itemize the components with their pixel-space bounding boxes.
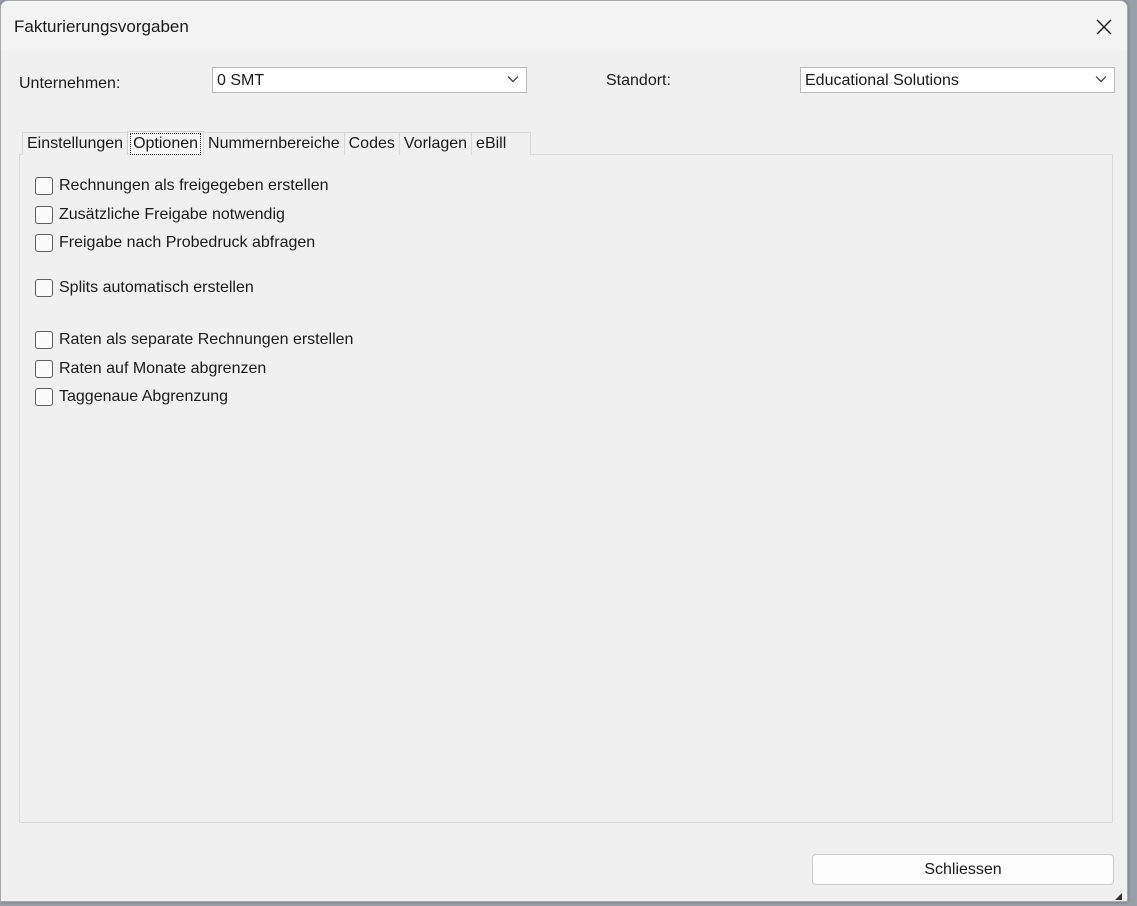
location-select-value: Educational Solutions (805, 72, 959, 89)
checkbox[interactable] (35, 206, 53, 224)
option-monthly-deferral[interactable]: Raten auf Monate abgrenzen (35, 358, 266, 380)
title-bar: Fakturierungsvorgaben (1, 1, 1127, 51)
checkbox[interactable] (35, 234, 53, 252)
dialog-window: Fakturierungsvorgaben Unternehmen: 0 SMT… (0, 0, 1128, 902)
tab-label: Einstellungen (27, 135, 124, 152)
option-label: Raten als separate Rechnungen erstellen (59, 331, 354, 348)
company-label: Unternehmen: (19, 75, 121, 92)
option-separate-invoices[interactable]: Raten als separate Rechnungen erstellen (35, 329, 353, 351)
option-auto-splits[interactable]: Splits automatisch erstellen (35, 277, 254, 299)
tab-optionen[interactable]: Optionen (127, 131, 205, 155)
option-label: Splits automatisch erstellen (59, 279, 254, 296)
option-label: Taggenaue Abgrenzung (59, 388, 229, 405)
close-button[interactable]: Schliessen (812, 854, 1114, 885)
option-label: Rechnungen als freigegeben erstellen (59, 177, 329, 194)
tab-label: Codes (348, 135, 395, 152)
option-additional-release[interactable]: Zusätzliche Freigabe notwendig (35, 204, 285, 226)
location-label: Standort: (606, 72, 671, 89)
checkbox[interactable] (35, 388, 53, 406)
window-title: Fakturierungsvorgaben (14, 17, 189, 36)
resize-grip-icon[interactable] (1113, 893, 1123, 901)
checkbox[interactable] (35, 331, 53, 349)
tab-label: Nummernbereiche (208, 135, 340, 152)
chevron-down-icon (507, 76, 519, 83)
options-panel: Rechnungen als freigegeben erstellen Zus… (19, 154, 1113, 823)
location-select[interactable]: Educational Solutions (800, 67, 1115, 93)
option-invoices-released[interactable]: Rechnungen als freigegeben erstellen (35, 175, 329, 197)
tab-nummernbereiche[interactable]: Nummernbereiche (203, 132, 345, 155)
tab-codes[interactable]: Codes (343, 132, 400, 155)
option-label: Raten auf Monate abgrenzen (59, 360, 267, 377)
checkbox[interactable] (35, 279, 53, 297)
option-daily-deferral[interactable]: Taggenaue Abgrenzung (35, 386, 228, 408)
tab-einstellungen[interactable]: Einstellungen (22, 132, 129, 155)
option-release-after-proof[interactable]: Freigabe nach Probedruck abfragen (35, 232, 315, 254)
option-label: Zusätzliche Freigabe notwendig (59, 206, 285, 223)
company-select[interactable]: 0 SMT (212, 67, 527, 93)
close-icon (1096, 19, 1112, 35)
tab-vorlagen[interactable]: Vorlagen (398, 132, 473, 155)
checkbox[interactable] (35, 360, 53, 378)
tab-label: Optionen (130, 132, 202, 155)
company-select-value: 0 SMT (217, 72, 265, 89)
option-label: Freigabe nach Probedruck abfragen (59, 234, 316, 251)
chevron-down-icon (1095, 76, 1107, 83)
tab-ebill[interactable]: eBill (471, 132, 532, 155)
checkbox[interactable] (35, 177, 53, 195)
tab-label: eBill (476, 135, 507, 152)
tab-label: Vorlagen (403, 135, 468, 152)
close-window-button[interactable] (1081, 7, 1127, 47)
tab-strip: Einstellungen Optionen Nummernbereiche C… (22, 131, 532, 155)
